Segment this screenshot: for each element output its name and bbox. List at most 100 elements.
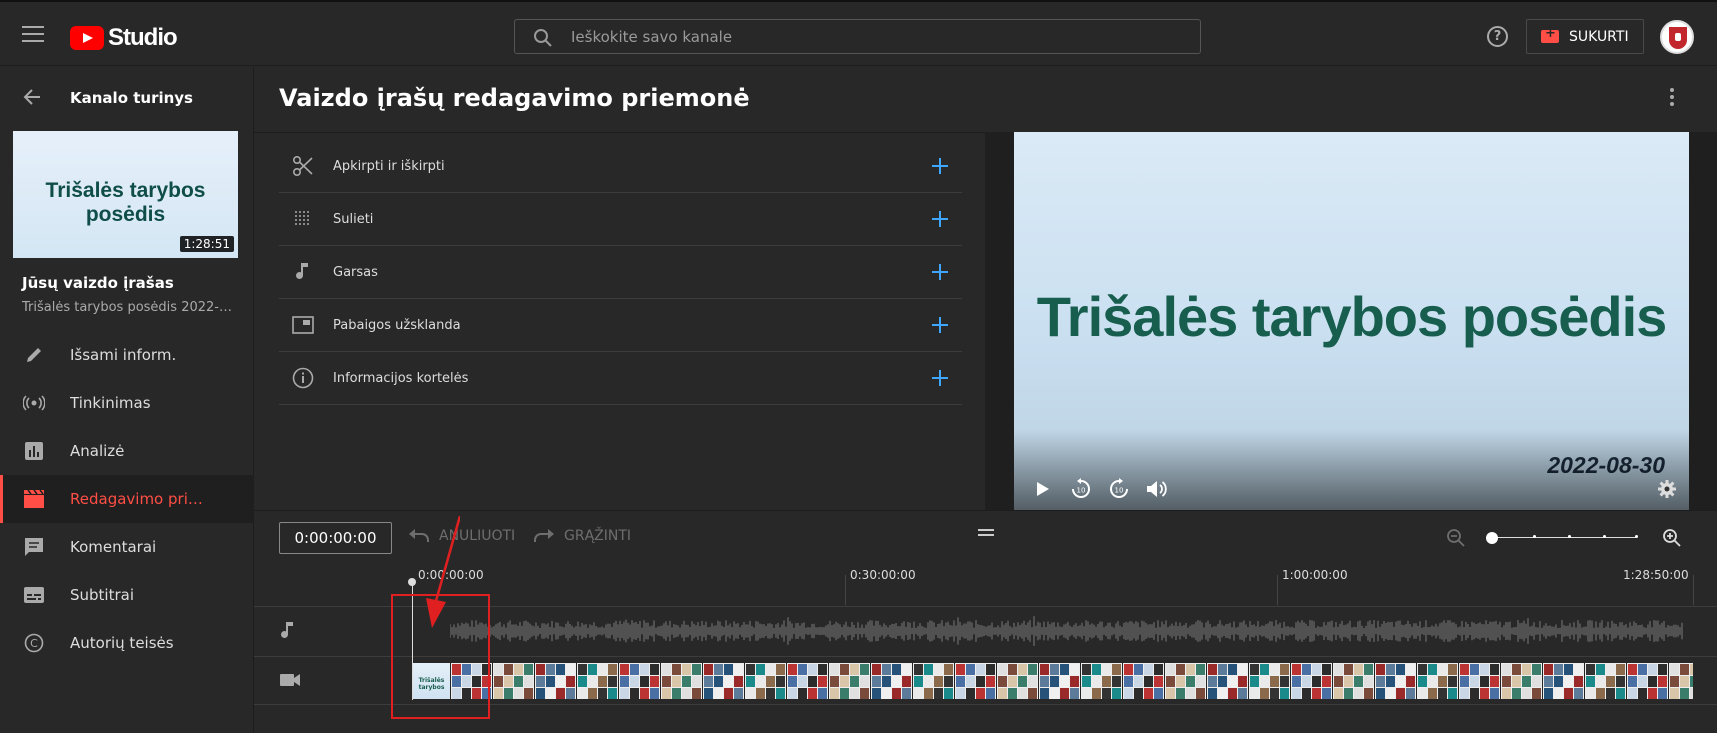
help-icon[interactable]: ? [1487,26,1508,47]
timecode-input[interactable]: 0:00:00:00 [279,522,392,554]
audio-waveform[interactable] [450,616,1684,646]
search-input[interactable]: Ieškokite savo kanale [514,19,1201,54]
frame-tile [1460,688,1469,699]
frame-tile [1418,664,1427,675]
frame-tile [1154,664,1163,675]
frame-tile [1322,676,1331,687]
frame-tile [776,676,785,687]
frame-tile [798,676,807,687]
frame-tile [1596,664,1605,675]
frame-tile [1028,664,1037,675]
sidebar-item-copyright[interactable]: C Autorių teisės [0,619,254,667]
frame-tile [1544,676,1553,687]
frame-tile [1396,664,1405,675]
frame-tile [1638,664,1647,675]
frame-tile [818,688,827,699]
frame-tile [756,664,765,675]
frame-tile [902,664,911,675]
frame-tile [640,664,649,675]
video-thumbnail[interactable]: Trišalės tarybos posėdis 1:28:51 [13,131,238,258]
redo-button[interactable]: GRĄŽINTI [534,528,631,544]
add-icon[interactable] [928,366,952,390]
sidebar-item-analytics[interactable]: Analizė [0,427,254,475]
add-icon[interactable] [928,154,952,178]
frame-tile [1606,664,1615,675]
frame-tile [1102,688,1111,699]
create-button[interactable]: SUKURTI [1526,19,1644,54]
channel-content-title[interactable]: Kanalo turinys [70,89,193,107]
frame-tile [672,664,681,675]
frame-tile [872,688,881,699]
menu-icon[interactable] [22,26,44,42]
frame-tile [650,664,659,675]
pencil-icon [22,343,46,367]
zoom-in-icon[interactable] [1662,528,1682,548]
forward-10-icon[interactable]: 10 [1106,476,1132,502]
tool-end-screen[interactable]: Pabaigos užsklanda [279,299,962,352]
add-icon[interactable] [928,260,952,284]
frame-tile [640,676,649,687]
frame-tile [1512,676,1521,687]
frame-tile [1386,676,1395,687]
tool-trim[interactable]: Apkirpti ir iškirpti [279,140,962,193]
playhead-handle[interactable] [408,578,416,586]
frame-tile [1480,688,1489,699]
sidebar-item-comments[interactable]: Komentarai [0,523,254,571]
volume-icon[interactable] [1144,476,1170,502]
settings-gear-icon[interactable] [1654,476,1680,502]
avatar[interactable] [1660,20,1694,54]
add-icon[interactable] [928,313,952,337]
page-title: Vaizdo įrašų redagavimo priemonė [279,84,750,112]
sidebar-item-editor[interactable]: Redagavimo prie... [0,475,254,523]
zoom-slider[interactable] [1492,537,1636,538]
back-arrow-icon[interactable] [22,87,42,113]
filmstrip-frame [955,663,997,699]
top-bar: Studio Ieškokite savo kanale ? SUKURTI [0,0,1717,66]
zoom-step [1533,535,1536,538]
frame-tile [536,676,545,687]
zoom-slider-knob[interactable] [1486,532,1498,544]
frame-tile [1344,664,1353,675]
zoom-out-icon[interactable] [1446,528,1466,548]
frame-tile [714,688,723,699]
filmstrip-frame [661,663,703,699]
filmstrip-frame [1249,663,1291,699]
frame-tile [724,664,733,675]
frame-tile [1364,676,1373,687]
frame-tile [608,676,617,687]
frame-tile [608,664,617,675]
thumbnail-title: Trišalės tarybos posėdis [45,179,206,226]
frame-tile [830,664,839,675]
sidebar-item-customization[interactable]: Tinkinimas [0,379,254,427]
studio-logo[interactable]: Studio [70,24,178,52]
filmstrip-frame [577,663,619,699]
filmstrip-frame [787,663,829,699]
frame-tile [1208,688,1217,699]
tool-info-cards[interactable]: Informacijos kortelės [279,352,962,405]
tool-audio[interactable]: Garsas [279,246,962,299]
frame-tile [956,688,965,699]
sidebar-item-subtitles[interactable]: Subtitrai [0,571,254,619]
frame-tile [734,676,743,687]
video-player[interactable]: Trišalės tarybos posėdis 2022-08-30 10 1… [1014,132,1689,510]
rewind-10-icon[interactable]: 10 [1068,476,1094,502]
video-filmstrip[interactable]: Trišalės tarybos [413,663,1693,699]
frame-tile [514,688,523,699]
frame-tile [608,688,617,699]
frame-tile [1112,676,1121,687]
frame-tile [1334,676,1343,687]
frame-tile [524,664,533,675]
timeline-tick: 1:00:00:00 [1282,568,1348,582]
tool-blur[interactable]: Sulieti [279,193,962,246]
resize-handle-icon[interactable] [978,529,994,539]
frame-tile [1166,664,1175,675]
sidebar-item-details[interactable]: Išsami inform. [0,331,254,379]
frame-tile [1134,676,1143,687]
play-icon[interactable] [1030,476,1056,502]
frame-tile [1628,676,1637,687]
more-options-icon[interactable] [1670,88,1674,109]
frame-tile [1040,676,1049,687]
filmstrip-frame [1291,663,1333,699]
frame-tile [598,688,607,699]
add-icon[interactable] [928,207,952,231]
